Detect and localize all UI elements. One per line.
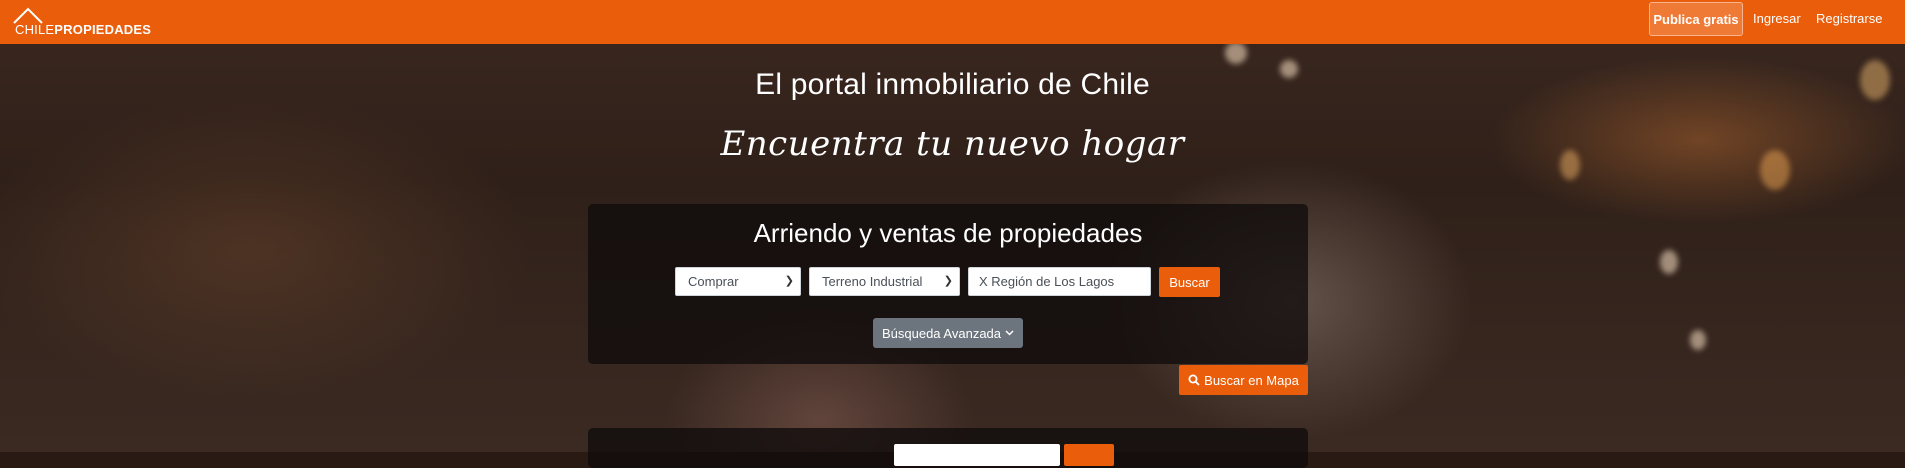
map-search-button[interactable]: Buscar en Mapa bbox=[1179, 365, 1308, 395]
bokeh-light bbox=[1225, 42, 1247, 64]
hero-tagline: Encuentra tu nuevo hogar bbox=[720, 124, 1185, 164]
search-title: Arriendo y ventas de propiedades bbox=[753, 218, 1143, 248]
property-type-select[interactable]: Terreno Industrial ❯ bbox=[809, 267, 960, 296]
login-link[interactable]: Ingresar bbox=[1753, 11, 1801, 26]
bokeh-light bbox=[1660, 250, 1678, 274]
advanced-search-label: Búsqueda Avanzada bbox=[881, 325, 1002, 341]
region-input[interactable]: X Región de Los Lagos bbox=[968, 267, 1151, 296]
logo-bold-text: PROPIEDADES bbox=[54, 22, 152, 37]
advanced-search-button[interactable]: Búsqueda Avanzada bbox=[873, 318, 1023, 348]
operation-select[interactable]: Comprar ❯ bbox=[675, 267, 801, 296]
publish-free-button[interactable]: Publica gratis bbox=[1649, 2, 1743, 36]
logo-light-text: CHILE bbox=[15, 22, 55, 37]
region-input-value: X Región de Los Lagos bbox=[979, 274, 1115, 289]
chevron-down-icon: ❯ bbox=[943, 275, 953, 287]
code-search-button[interactable] bbox=[1064, 444, 1114, 466]
bokeh-light bbox=[1690, 330, 1706, 350]
chevron-down-icon: ❯ bbox=[784, 275, 794, 287]
logo-text: CHILEPROPIEDADES bbox=[15, 22, 151, 37]
code-search-input[interactable] bbox=[894, 444, 1060, 466]
register-link[interactable]: Registrarse bbox=[1816, 11, 1882, 26]
chevron-down-icon bbox=[1005, 330, 1014, 336]
hero-title: El portal inmobiliario de Chile bbox=[755, 68, 1150, 101]
map-search-label: Buscar en Mapa bbox=[1204, 372, 1299, 388]
search-button[interactable]: Buscar bbox=[1159, 267, 1220, 297]
property-type-select-value: Terreno Industrial bbox=[822, 274, 923, 289]
operation-select-value: Comprar bbox=[688, 274, 739, 289]
site-logo[interactable]: CHILEPROPIEDADES bbox=[6, 4, 186, 40]
top-navbar: CHILEPROPIEDADES Publica gratis Ingresar… bbox=[0, 0, 1905, 44]
search-icon bbox=[1188, 374, 1200, 386]
